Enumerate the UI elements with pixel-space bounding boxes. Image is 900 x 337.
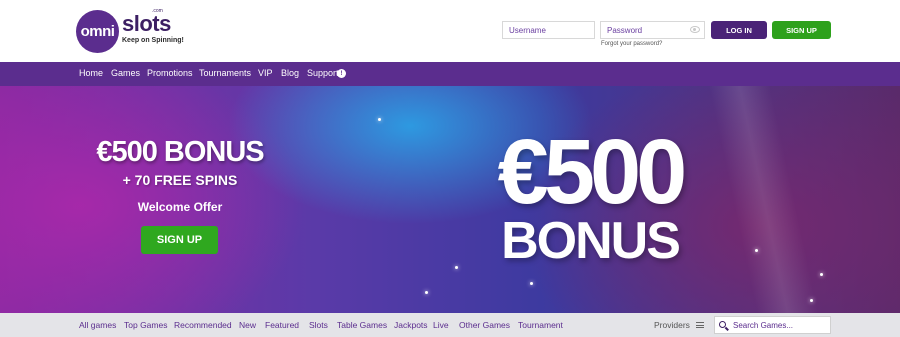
category-new[interactable]: New [239, 320, 256, 330]
bonus-subtitle: + 70 FREE SPINS [122, 172, 238, 188]
welcome-offer: Welcome Offer [137, 200, 223, 214]
username-input[interactable] [502, 21, 595, 39]
search-input[interactable] [733, 319, 828, 332]
search-box[interactable] [714, 316, 831, 334]
logo-com: .com [152, 8, 163, 14]
light-beam [708, 86, 822, 313]
nav-item-blog[interactable]: Blog [281, 68, 299, 78]
bonus-title: €500 BONUS [96, 136, 264, 168]
nav-item-home[interactable]: Home [79, 68, 103, 78]
star [810, 299, 813, 302]
login-button[interactable]: LOG IN [711, 21, 767, 39]
star [820, 273, 823, 276]
category-bar: All games Top Games Recommended New Feat… [0, 313, 900, 337]
main-nav: Home Games Promotions Tournaments VIP Bl… [0, 62, 900, 86]
nav-item-promotions[interactable]: Promotions [147, 68, 193, 78]
nav-item-support[interactable]: Support [307, 68, 339, 78]
nav-item-tournaments[interactable]: Tournaments [199, 68, 251, 78]
big-bonus-text: BONUS [501, 212, 681, 270]
logo-omni[interactable]: omni [76, 10, 119, 53]
category-all-games[interactable]: All games [79, 320, 116, 330]
signup-button[interactable]: SIGN UP [772, 21, 831, 39]
search-icon [719, 321, 726, 328]
nav-item-vip[interactable]: VIP [258, 68, 273, 78]
eye-icon[interactable] [690, 26, 700, 33]
hero-banner[interactable]: €500 BONUS + 70 FREE SPINS Welcome Offer… [0, 86, 900, 313]
hero-signup-button[interactable]: SIGN UP [141, 226, 218, 254]
logo-slots[interactable]: slots [122, 13, 171, 35]
star [378, 118, 381, 121]
category-top-games[interactable]: Top Games [124, 320, 167, 330]
star [425, 291, 428, 294]
logo-tagline: Keep on Spinning! [122, 37, 184, 44]
category-recommended[interactable]: Recommended [174, 320, 232, 330]
support-badge: ! [337, 69, 346, 78]
big-amount: €500 [497, 121, 688, 223]
category-other-games[interactable]: Other Games [459, 320, 510, 330]
star [530, 282, 533, 285]
category-jackpots[interactable]: Jackpots [394, 320, 428, 330]
forgot-password-link[interactable]: Forgot your password? [601, 41, 662, 47]
category-live[interactable]: Live [433, 320, 449, 330]
category-featured[interactable]: Featured [265, 320, 299, 330]
star [755, 249, 758, 252]
header: omni slots .com Keep on Spinning! Forgot… [0, 0, 900, 62]
providers-label[interactable]: Providers [654, 320, 690, 330]
menu-icon[interactable] [696, 322, 704, 328]
star [455, 266, 458, 269]
category-table-games[interactable]: Table Games [337, 320, 387, 330]
nav-item-games[interactable]: Games [111, 68, 140, 78]
category-slots[interactable]: Slots [309, 320, 328, 330]
category-tournament[interactable]: Tournament [518, 320, 563, 330]
